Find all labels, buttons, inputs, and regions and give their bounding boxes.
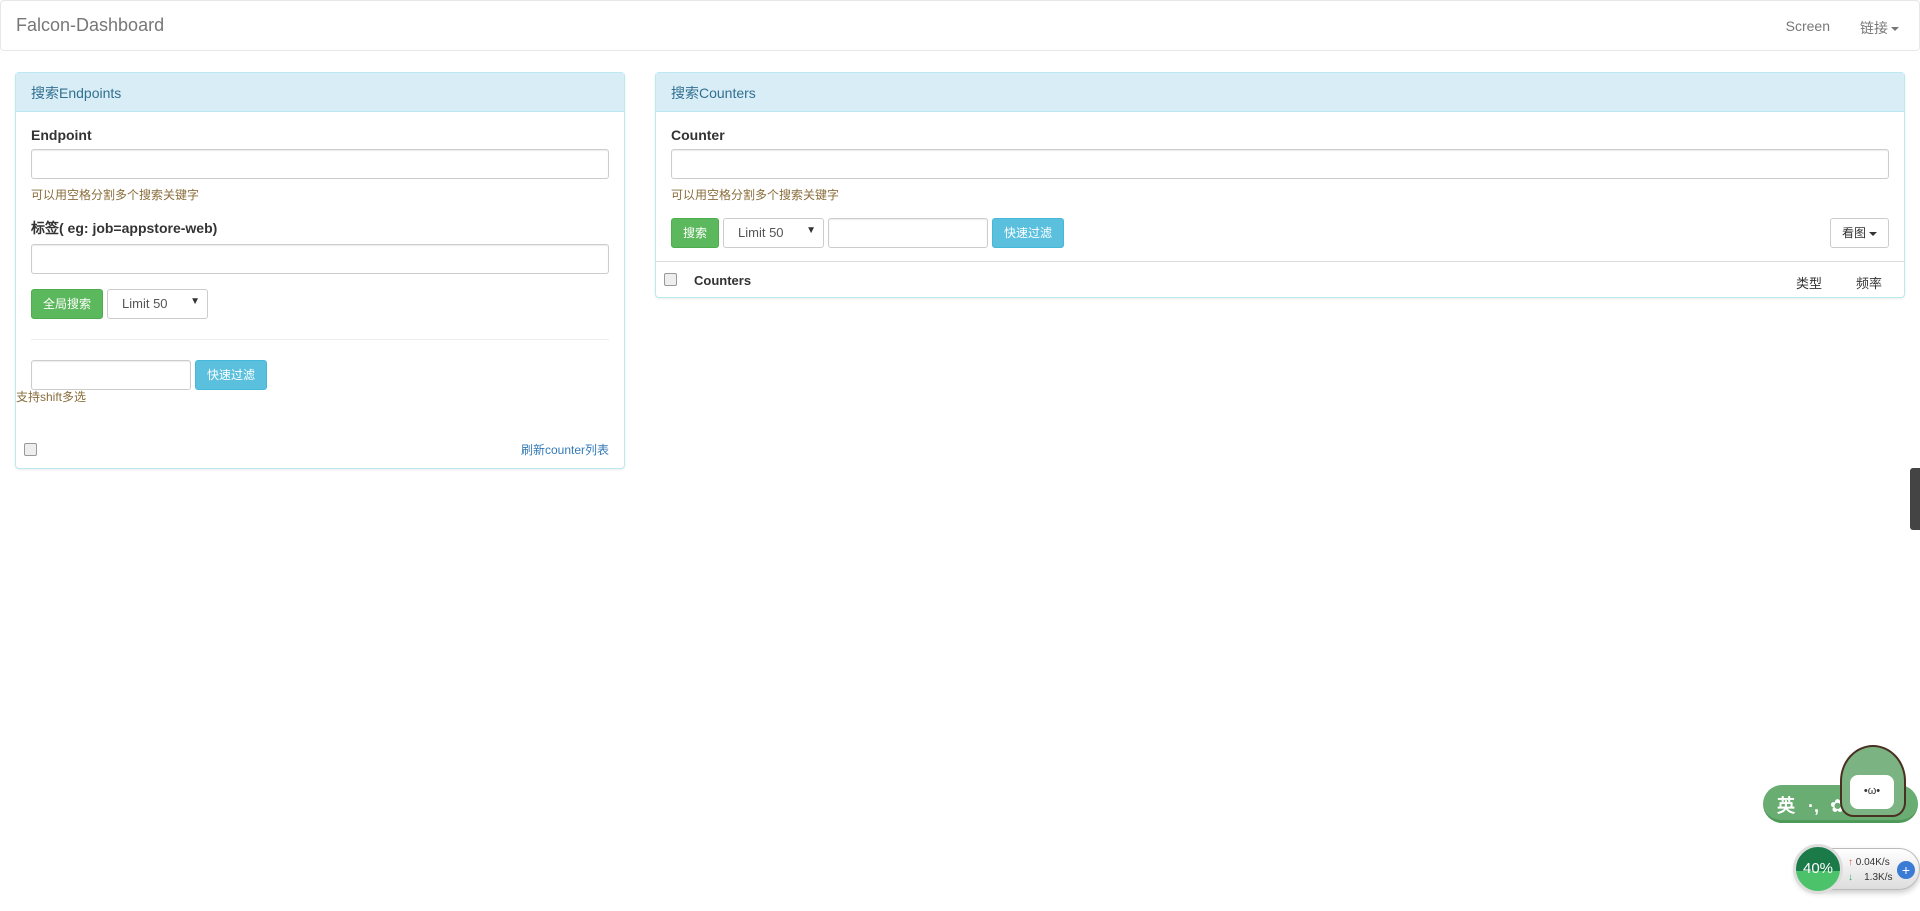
limit-value: Limit 50 (738, 225, 784, 240)
panel-title: 搜索Counters (656, 73, 1904, 112)
network-monitor[interactable]: 40% ↑ 0.04K/s ↓ 1.3K/s + (1793, 844, 1920, 894)
counter-search-button[interactable]: 搜索 (671, 218, 720, 248)
counter-label: Counter (671, 127, 725, 143)
nav-screen-link[interactable]: Screen (1786, 18, 1830, 38)
counter-limit-select[interactable]: Limit 50 ▼ (723, 218, 825, 248)
endpoint-input[interactable] (31, 149, 609, 179)
select-all-endpoints-checkbox[interactable] (24, 443, 37, 456)
upload-speed: 0.04K/s (1855, 857, 1890, 868)
side-scroll-handle[interactable] (1910, 468, 1920, 530)
endpoint-help: 可以用空格分割多个搜索关键字 (31, 188, 200, 202)
nav-links-dropdown[interactable]: 链接 (1860, 18, 1899, 38)
column-frequency: 频率 (1855, 276, 1882, 291)
endpoint-filter-button[interactable]: 快速过滤 (195, 360, 268, 390)
ime-lang[interactable]: 英 (1777, 796, 1795, 816)
caret-down-icon (1891, 27, 1899, 32)
panel-title: 搜索Endpoints (16, 73, 624, 112)
column-type: 类型 (1795, 276, 1822, 291)
arrow-down-icon: ↓ (1848, 872, 1853, 883)
divider (31, 339, 609, 340)
memory-percent: 40% (1793, 844, 1843, 894)
counter-input[interactable] (671, 149, 1889, 179)
dropdown-arrow-icon: ▼ (190, 296, 201, 307)
counter-help: 可以用空格分割多个搜索关键字 (671, 188, 840, 202)
tag-label: 标签( eg: job=appstore-web) (31, 220, 218, 236)
endpoints-panel: 搜索Endpoints Endpoint 可以用空格分割多个搜索关键字 标签( … (15, 72, 625, 469)
select-all-counters-checkbox[interactable] (664, 273, 677, 286)
counters-table-header: Counters 类型 频率 (656, 261, 1904, 298)
counters-panel: 搜索Counters Counter 可以用空格分割多个搜索关键字 搜索 Lim… (655, 72, 1905, 298)
shift-hint: 支持shift多选 (16, 390, 87, 404)
endpoint-filter-input[interactable] (31, 360, 191, 390)
arrow-up-icon: ↑ (1848, 857, 1853, 868)
dinosaur-mascot-icon: •ω• (1840, 745, 1906, 817)
nav-links-label: 链接 (1860, 20, 1888, 36)
dropdown-arrow-icon: ▼ (806, 225, 817, 236)
download-speed: 1.3K/s (1864, 872, 1893, 883)
limit-select[interactable]: Limit 50 ▼ (107, 289, 209, 319)
global-search-button[interactable]: 全局搜索 (31, 289, 104, 319)
column-counters: Counters (694, 273, 752, 288)
view-chart-button[interactable]: 看图 (1829, 218, 1889, 248)
plus-icon[interactable]: + (1897, 861, 1915, 879)
caret-down-icon (1869, 231, 1877, 236)
counter-filter-button[interactable]: 快速过滤 (992, 218, 1065, 248)
tag-input[interactable] (31, 244, 609, 274)
view-chart-label: 看图 (1841, 226, 1866, 240)
ime-punct[interactable]: ·, (1808, 796, 1819, 816)
refresh-counter-link[interactable]: 刷新counter列表 (521, 441, 609, 458)
navbar: Falcon-Dashboard Screen 链接 (0, 0, 1920, 51)
counter-filter-input[interactable] (828, 218, 989, 248)
endpoint-label: Endpoint (31, 127, 92, 143)
limit-value: Limit 50 (122, 296, 168, 311)
brand-link[interactable]: Falcon-Dashboard (16, 15, 164, 36)
